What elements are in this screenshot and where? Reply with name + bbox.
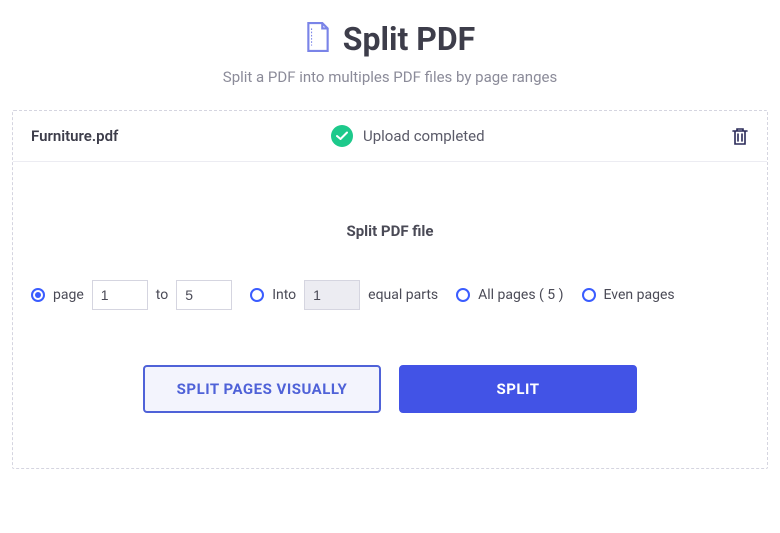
radio-page-range[interactable] bbox=[31, 288, 45, 302]
page-label: page bbox=[53, 287, 84, 303]
page-subtitle: Split a PDF into multiples PDF files by … bbox=[12, 68, 768, 86]
into-label: Into bbox=[272, 287, 296, 303]
uploaded-filename: Furniture.pdf bbox=[31, 127, 331, 145]
pdf-icon bbox=[305, 22, 331, 56]
split-button[interactable]: SPLIT bbox=[399, 365, 637, 413]
delete-button[interactable] bbox=[731, 126, 749, 146]
all-pages-label: All pages ( 5 ) bbox=[478, 287, 563, 303]
trash-icon bbox=[731, 126, 749, 146]
even-pages-label: Even pages bbox=[604, 287, 675, 303]
check-icon bbox=[331, 125, 353, 147]
radio-even-pages[interactable] bbox=[582, 288, 596, 302]
upload-card: Furniture.pdf Upload completed Split PDF… bbox=[12, 110, 768, 469]
upload-status: Upload completed bbox=[363, 127, 485, 145]
page-title: Split PDF bbox=[343, 20, 475, 58]
page-to-input[interactable] bbox=[176, 280, 232, 310]
radio-into-parts[interactable] bbox=[250, 288, 264, 302]
section-title: Split PDF file bbox=[13, 222, 767, 240]
split-visually-button[interactable]: SPLIT PAGES VISUALLY bbox=[143, 365, 381, 413]
page-from-input[interactable] bbox=[92, 280, 148, 310]
into-suffix: equal parts bbox=[368, 287, 438, 303]
page-to-label: to bbox=[156, 287, 168, 303]
radio-all-pages[interactable] bbox=[456, 288, 470, 302]
into-input[interactable] bbox=[304, 280, 360, 310]
